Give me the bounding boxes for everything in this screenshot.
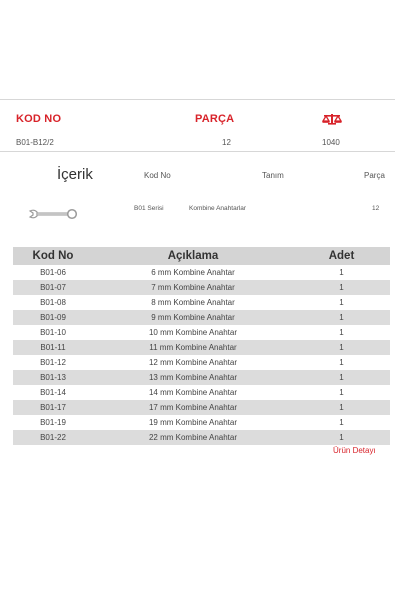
cell-aciklama: 10 mm Kombine Anahtar — [148, 328, 238, 337]
contents-row-kod-no: B01 Serisi — [134, 205, 164, 212]
cell-adet: 1 — [339, 328, 344, 337]
contents-col-parca: Parça — [364, 171, 385, 180]
table-row: B01-11 11 mm Kombine Anahtar 1 — [13, 340, 390, 355]
cell-aciklama: 8 mm Kombine Anahtar — [151, 298, 235, 307]
cell-aciklama: 19 mm Kombine Anahtar — [148, 418, 238, 427]
cell-aciklama: 14 mm Kombine Anahtar — [148, 388, 238, 397]
table-row: B01-08 8 mm Kombine Anahtar 1 — [13, 295, 390, 310]
cell-kod-no: B01-14 — [40, 388, 66, 397]
cell-kod-no: B01-22 — [13, 430, 93, 445]
cell-aciklama: 17 mm Kombine Anahtar — [93, 400, 293, 415]
cell-aciklama: 6 mm Kombine Anahtar — [151, 268, 235, 277]
table-row: B01-10 10 mm Kombine Anahtar 1 — [13, 325, 390, 340]
cell-adet: 1 — [293, 400, 390, 415]
cell-adet: 1 — [293, 310, 390, 325]
cell-aciklama: 11 mm Kombine Anahtar — [93, 340, 293, 355]
parca-header: PARÇA — [195, 113, 235, 125]
col-header-aciklama: Açıklama — [93, 247, 293, 265]
cell-adet: 1 — [339, 358, 344, 367]
cell-adet: 1 — [339, 268, 344, 277]
table-row: B01-22 22 mm Kombine Anahtar 1 — [13, 430, 390, 445]
table-row: B01-19 19 mm Kombine Anahtar 1 — [13, 415, 390, 430]
table-row: B01-09 9 mm Kombine Anahtar 1 — [13, 310, 390, 325]
cell-adet: 1 — [293, 340, 390, 355]
cell-aciklama: 22 mm Kombine Anahtar — [93, 430, 293, 445]
cell-adet: 1 — [293, 430, 390, 445]
cell-kod-no: B01-11 — [13, 340, 93, 355]
table-row: B01-12 12 mm Kombine Anahtar 1 — [13, 355, 390, 370]
cell-aciklama: 9 mm Kombine Anahtar — [93, 310, 293, 325]
cell-kod-no: B01-17 — [13, 400, 93, 415]
table-row: B01-13 13 mm Kombine Anahtar 1 — [13, 370, 390, 385]
kod-no-header: KOD NO — [16, 113, 62, 125]
contents-col-kod-no: Kod No — [144, 171, 171, 180]
items-table-header: Kod No Açıklama Adet — [13, 247, 390, 265]
parca-value: 12 — [222, 138, 231, 147]
weight-value: 1040 — [322, 138, 340, 147]
cell-kod-no: B01-13 — [13, 370, 93, 385]
contents-row-tanim: Kombine Anahtarlar — [189, 205, 247, 212]
section-divider — [0, 151, 395, 152]
cell-kod-no: B01-07 — [13, 280, 93, 295]
cell-kod-no: B01-19 — [40, 418, 66, 427]
cell-adet: 1 — [293, 280, 390, 295]
cell-kod-no: B01-10 — [40, 328, 66, 337]
cell-aciklama: 7 mm Kombine Anahtar — [93, 280, 293, 295]
cell-adet: 1 — [339, 388, 344, 397]
table-row: B01-06 6 mm Kombine Anahtar 1 — [13, 265, 390, 280]
cell-adet: 1 — [339, 418, 344, 427]
col-header-adet: Adet — [293, 247, 390, 265]
items-table: Kod No Açıklama Adet B01-06 6 mm Kombine… — [13, 247, 390, 445]
col-header-kod-no: Kod No — [13, 247, 93, 265]
cell-kod-no: B01-12 — [40, 358, 66, 367]
top-divider — [0, 99, 395, 100]
cell-kod-no: B01-08 — [40, 298, 66, 307]
combination-wrench-icon — [28, 208, 78, 220]
table-row: B01-14 14 mm Kombine Anahtar 1 — [13, 385, 390, 400]
scale-icon — [322, 114, 342, 125]
kod-no-value: B01-B12/2 — [16, 138, 54, 147]
cell-kod-no: B01-09 — [13, 310, 93, 325]
product-detail-link[interactable]: Ürün Detayı — [333, 446, 376, 455]
cell-adet: 1 — [339, 298, 344, 307]
cell-aciklama: 13 mm Kombine Anahtar — [93, 370, 293, 385]
cell-aciklama: 12 mm Kombine Anahtar — [148, 358, 238, 367]
cell-kod-no: B01-06 — [40, 268, 66, 277]
contents-row-parca: 12 — [372, 205, 380, 212]
cell-adet: 1 — [293, 370, 390, 385]
table-row: B01-17 17 mm Kombine Anahtar 1 — [13, 400, 390, 415]
contents-title: İçerik — [57, 166, 93, 183]
table-row: B01-07 7 mm Kombine Anahtar 1 — [13, 280, 390, 295]
contents-col-tanim: Tanım — [262, 171, 284, 180]
